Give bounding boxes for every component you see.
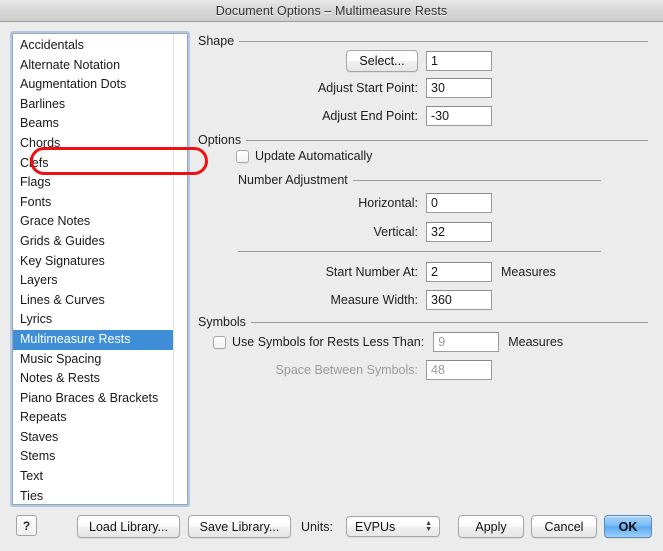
sidebar-item[interactable]: Accidentals <box>13 36 173 56</box>
space-between-symbols-field[interactable]: 48 <box>426 360 492 380</box>
vertical-label: Vertical: <box>196 225 418 239</box>
sidebar-item[interactable]: Multimeasure Rests <box>13 330 173 350</box>
update-automatically-checkbox[interactable] <box>236 150 249 163</box>
start-number-at-label: Start Number At: <box>196 265 418 279</box>
sidebar-item[interactable]: Augmentation Dots <box>13 75 173 95</box>
adjust-start-point-row: Adjust Start Point: 30 <box>196 78 492 98</box>
apply-button[interactable]: Apply <box>458 515 524 538</box>
select-shape-button[interactable]: Select... <box>346 50 418 72</box>
space-between-symbols-label: Space Between Symbols: <box>196 363 418 377</box>
use-symbols-unit: Measures <box>508 335 563 349</box>
cancel-button[interactable]: Cancel <box>531 515 597 538</box>
adjust-end-point-label: Adjust End Point: <box>196 109 418 123</box>
shape-id-field[interactable]: 1 <box>426 51 492 71</box>
settings-panel: Shape Select... 1 Adjust Start Point: 30… <box>196 23 651 543</box>
sidebar-item[interactable]: Repeats <box>13 408 173 428</box>
adjust-end-point-field[interactable]: -30 <box>426 106 492 126</box>
measure-width-label: Measure Width: <box>196 293 418 307</box>
window-title: Document Options – Multimeasure Rests <box>216 4 448 18</box>
shape-group-header: Shape <box>198 34 648 48</box>
category-list-items: AccidentalsAlternate NotationAugmentatio… <box>13 36 173 505</box>
sidebar-item[interactable]: Grace Notes <box>13 212 173 232</box>
sidebar-item[interactable]: Layers <box>13 271 173 291</box>
title-bar[interactable]: Document Options – Multimeasure Rests <box>0 0 663 22</box>
use-symbols-field[interactable]: 9 <box>433 332 499 352</box>
sidebar-item[interactable]: Notes & Rests <box>13 369 173 389</box>
update-automatically-label: Update Automatically <box>255 149 372 163</box>
sidebar-item[interactable]: Music Spacing <box>13 350 173 370</box>
shape-group-label: Shape <box>198 34 234 48</box>
units-select[interactable]: EVPUs ▲▼ <box>346 516 440 537</box>
adjust-start-point-field[interactable]: 30 <box>426 78 492 98</box>
dialog-content: AccidentalsAlternate NotationAugmentatio… <box>0 23 663 551</box>
sidebar-item[interactable]: Stems <box>13 447 173 467</box>
space-between-symbols-row: Space Between Symbols: 48 <box>196 360 492 380</box>
number-adjustment-bottom-divider <box>238 251 601 252</box>
use-symbols-checkbox[interactable] <box>213 336 226 349</box>
adjust-end-point-row: Adjust End Point: -30 <box>196 106 492 126</box>
symbols-group-divider <box>251 322 648 323</box>
ok-button[interactable]: OK <box>604 515 652 538</box>
sidebar-item[interactable]: Beams <box>13 114 173 134</box>
symbols-group-label: Symbols <box>198 315 246 329</box>
sidebar-item[interactable]: Key Signatures <box>13 252 173 272</box>
horizontal-row: Horizontal: 0 <box>196 193 492 213</box>
help-button[interactable]: ? <box>16 515 37 536</box>
units-select-value: EVPUs <box>355 520 395 534</box>
start-number-at-row: Start Number At: 2 Measures <box>196 262 556 282</box>
category-list[interactable]: AccidentalsAlternate NotationAugmentatio… <box>12 33 188 505</box>
shape-select-row: Select... 1 <box>346 50 492 72</box>
measure-width-row: Measure Width: 360 <box>196 290 492 310</box>
vertical-row: Vertical: 32 <box>196 222 492 242</box>
options-group-label: Options <box>198 133 241 147</box>
document-options-dialog: Document Options – Multimeasure Rests Ac… <box>0 0 663 551</box>
adjust-start-point-label: Adjust Start Point: <box>196 81 418 95</box>
horizontal-field[interactable]: 0 <box>426 193 492 213</box>
sidebar-item[interactable]: Lyrics <box>13 310 173 330</box>
symbols-group-header: Symbols <box>198 315 648 329</box>
options-group-divider <box>246 140 648 141</box>
update-automatically-row[interactable]: Update Automatically <box>236 149 372 163</box>
sidebar-item[interactable]: Flags <box>13 173 173 193</box>
number-adjustment-label: Number Adjustment <box>238 173 348 187</box>
sidebar-item[interactable]: Lines & Curves <box>13 291 173 311</box>
number-adjustment-divider <box>353 180 601 181</box>
sidebar-item[interactable]: Piano Braces & Brackets <box>13 389 173 409</box>
horizontal-label: Horizontal: <box>196 196 418 210</box>
start-number-at-field[interactable]: 2 <box>426 262 492 282</box>
sidebar-item[interactable]: Alternate Notation <box>13 56 173 76</box>
start-number-at-unit: Measures <box>501 265 556 279</box>
load-library-button[interactable]: Load Library... <box>77 515 180 538</box>
use-symbols-row[interactable]: Use Symbols for Rests Less Than: 9 Measu… <box>213 332 563 352</box>
shape-group-divider <box>239 41 648 42</box>
sidebar-item[interactable]: Staves <box>13 428 173 448</box>
sidebar-item[interactable]: Clefs <box>13 154 173 174</box>
chevron-updown-icon: ▲▼ <box>425 521 432 533</box>
use-symbols-label: Use Symbols for Rests Less Than: <box>232 335 424 349</box>
sidebar-item[interactable]: Text <box>13 467 173 487</box>
sidebar-item[interactable]: Fonts <box>13 193 173 213</box>
save-library-button[interactable]: Save Library... <box>188 515 291 538</box>
units-label: Units: <box>301 520 333 534</box>
measure-width-field[interactable]: 360 <box>426 290 492 310</box>
options-group-header: Options <box>198 133 648 147</box>
sidebar-item[interactable]: Grids & Guides <box>13 232 173 252</box>
vertical-field[interactable]: 32 <box>426 222 492 242</box>
dialog-footer: ? Load Library... Save Library... Units:… <box>0 497 663 551</box>
category-list-scrollbar[interactable] <box>173 34 187 504</box>
sidebar-item[interactable]: Barlines <box>13 95 173 115</box>
sidebar-item[interactable]: Chords <box>13 134 173 154</box>
number-adjustment-header: Number Adjustment <box>238 173 601 187</box>
